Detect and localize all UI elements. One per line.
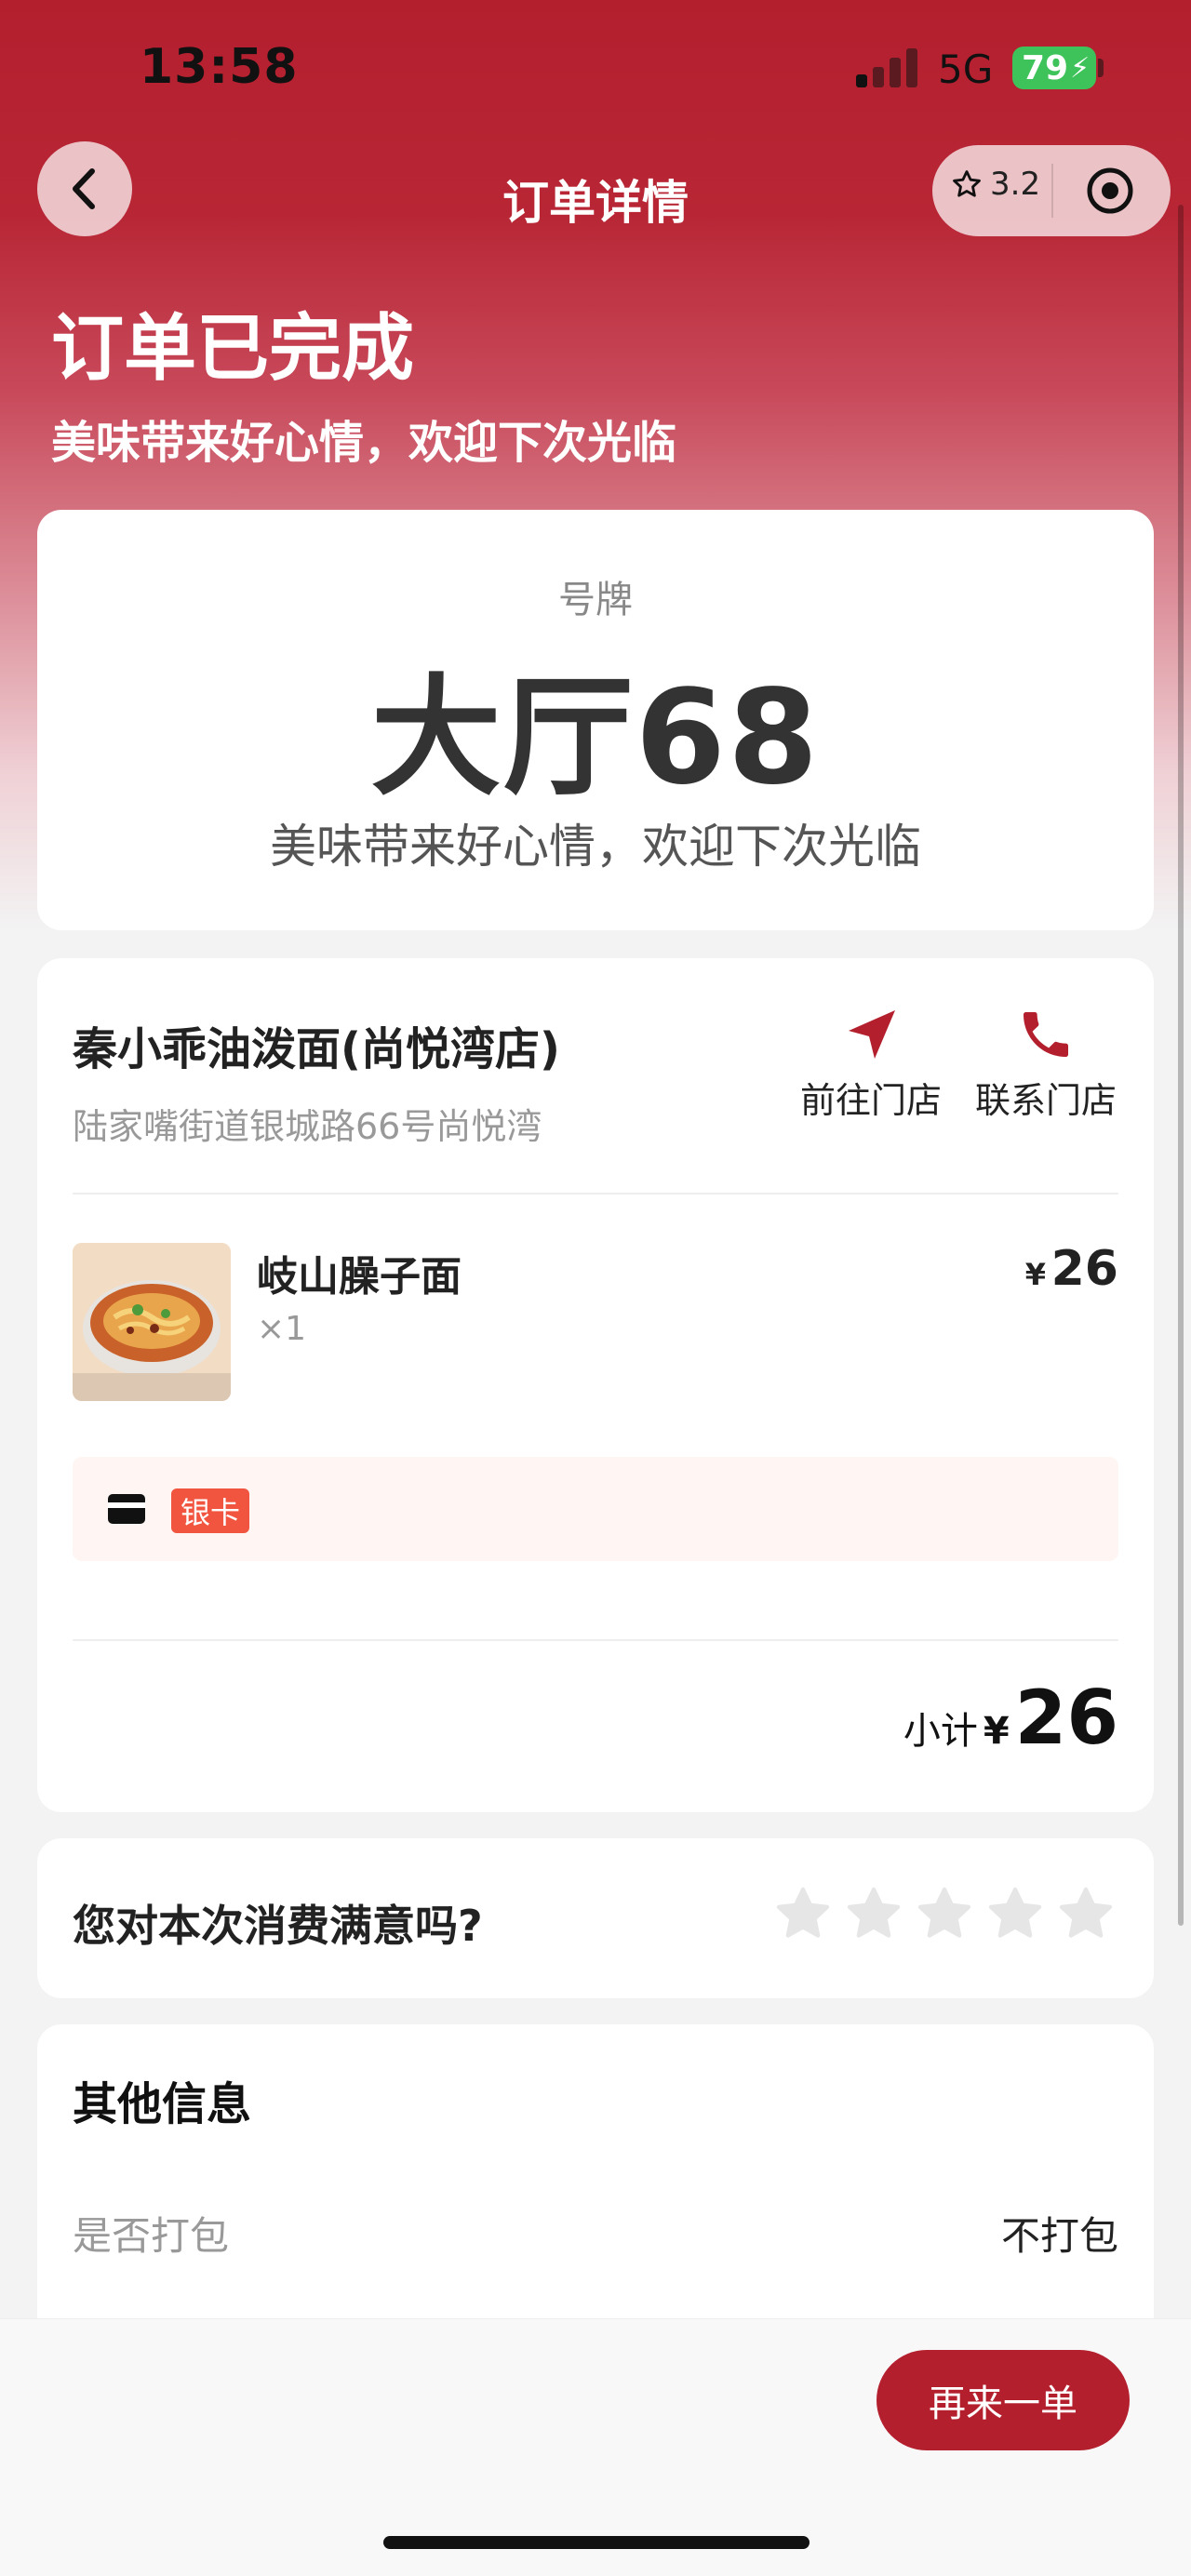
store-name: 秦小乖油泼面(尚悦湾店) (73, 1023, 560, 1075)
dish-price: ¥ 26 (958, 1241, 1118, 1297)
dish-price-currency: ¥ (1024, 1257, 1047, 1292)
network-type: 5G (938, 47, 994, 92)
dish-image (73, 1243, 231, 1401)
plate-label: 号牌 (558, 579, 633, 621)
rating-star-icon[interactable] (984, 1883, 1046, 1944)
plate-note: 美味带来好心情，欢迎下次光临 (270, 820, 921, 874)
dish-quantity: ×1 (257, 1310, 307, 1348)
chevron-left-icon (73, 168, 95, 209)
dish-price-value: 26 (1050, 1241, 1118, 1297)
capsule-divider (1051, 164, 1053, 218)
navigation-arrow-icon (849, 1010, 895, 1059)
star-icon (953, 170, 981, 197)
membership-badge: 银卡 (171, 1488, 250, 1533)
subtotal: 小计 ¥26 (744, 1675, 1118, 1761)
card-icon (108, 1494, 145, 1524)
navigate-to-store-button[interactable]: 前往门店 (796, 1005, 945, 1123)
divider (73, 1639, 1118, 1641)
contact-store-button[interactable]: 联系门店 (971, 1005, 1120, 1123)
home-indicator (383, 2536, 810, 2549)
battery-icon: 79 ⚡ (1012, 47, 1096, 89)
page-title: 订单详情 (502, 176, 689, 230)
order-status-title: 订单已完成 (51, 307, 415, 391)
plate-number: 大厅68 (370, 662, 821, 814)
contact-label: 联系门店 (974, 1080, 1117, 1121)
rating-value: 3.2 (990, 166, 1041, 203)
rating-star-icon[interactable] (914, 1883, 975, 1944)
navigate-label: 前往门店 (799, 1080, 942, 1121)
rating-button[interactable]: 3.2 (951, 166, 1040, 203)
back-button[interactable] (37, 141, 132, 236)
subtotal-currency: ¥ (983, 1710, 1010, 1753)
signal-icon (856, 47, 921, 87)
order-status-subtitle: 美味带来好心情，欢迎下次光临 (51, 417, 677, 469)
packing-label: 是否打包 (73, 2213, 230, 2259)
rating-stars (772, 1883, 1117, 1944)
status-time: 13:58 (140, 39, 299, 95)
dish-name: 岐山臊子面 (257, 1253, 462, 1301)
divider (73, 1193, 1118, 1195)
target-icon[interactable] (1085, 166, 1135, 216)
scrollbar[interactable] (1178, 205, 1184, 1926)
other-info-title: 其他信息 (73, 2078, 252, 2130)
phone-icon (1024, 1012, 1068, 1057)
subtotal-value: 26 (1014, 1675, 1118, 1761)
battery-level: 79 (1022, 48, 1069, 87)
reorder-button[interactable]: 再来一单 (877, 2350, 1130, 2450)
rating-star-icon[interactable] (1055, 1883, 1117, 1944)
battery-tip (1098, 59, 1104, 77)
store-address: 陆家嘴街道银城路66号尚悦湾 (73, 1106, 542, 1147)
rating-question: 您对本次消费满意吗? (73, 1901, 483, 1951)
rating-star-icon[interactable] (843, 1883, 904, 1944)
packing-value: 不打包 (1000, 2213, 1118, 2259)
subtotal-label: 小计 (903, 1710, 978, 1753)
rating-star-icon[interactable] (772, 1883, 834, 1944)
